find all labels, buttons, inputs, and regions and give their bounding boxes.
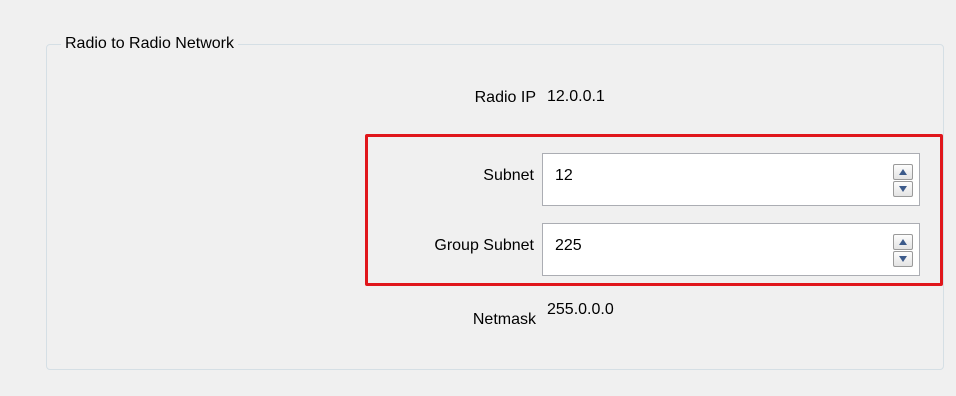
groupbox-title: Radio to Radio Network <box>61 34 238 54</box>
highlight-annotation-box <box>365 134 943 286</box>
radio-ip-label: Radio IP <box>474 89 536 106</box>
netmask-value: 255.0.0.0 <box>547 301 614 318</box>
netmask-label: Netmask <box>472 311 536 328</box>
radio-ip-value: 12.0.0.1 <box>547 88 605 105</box>
